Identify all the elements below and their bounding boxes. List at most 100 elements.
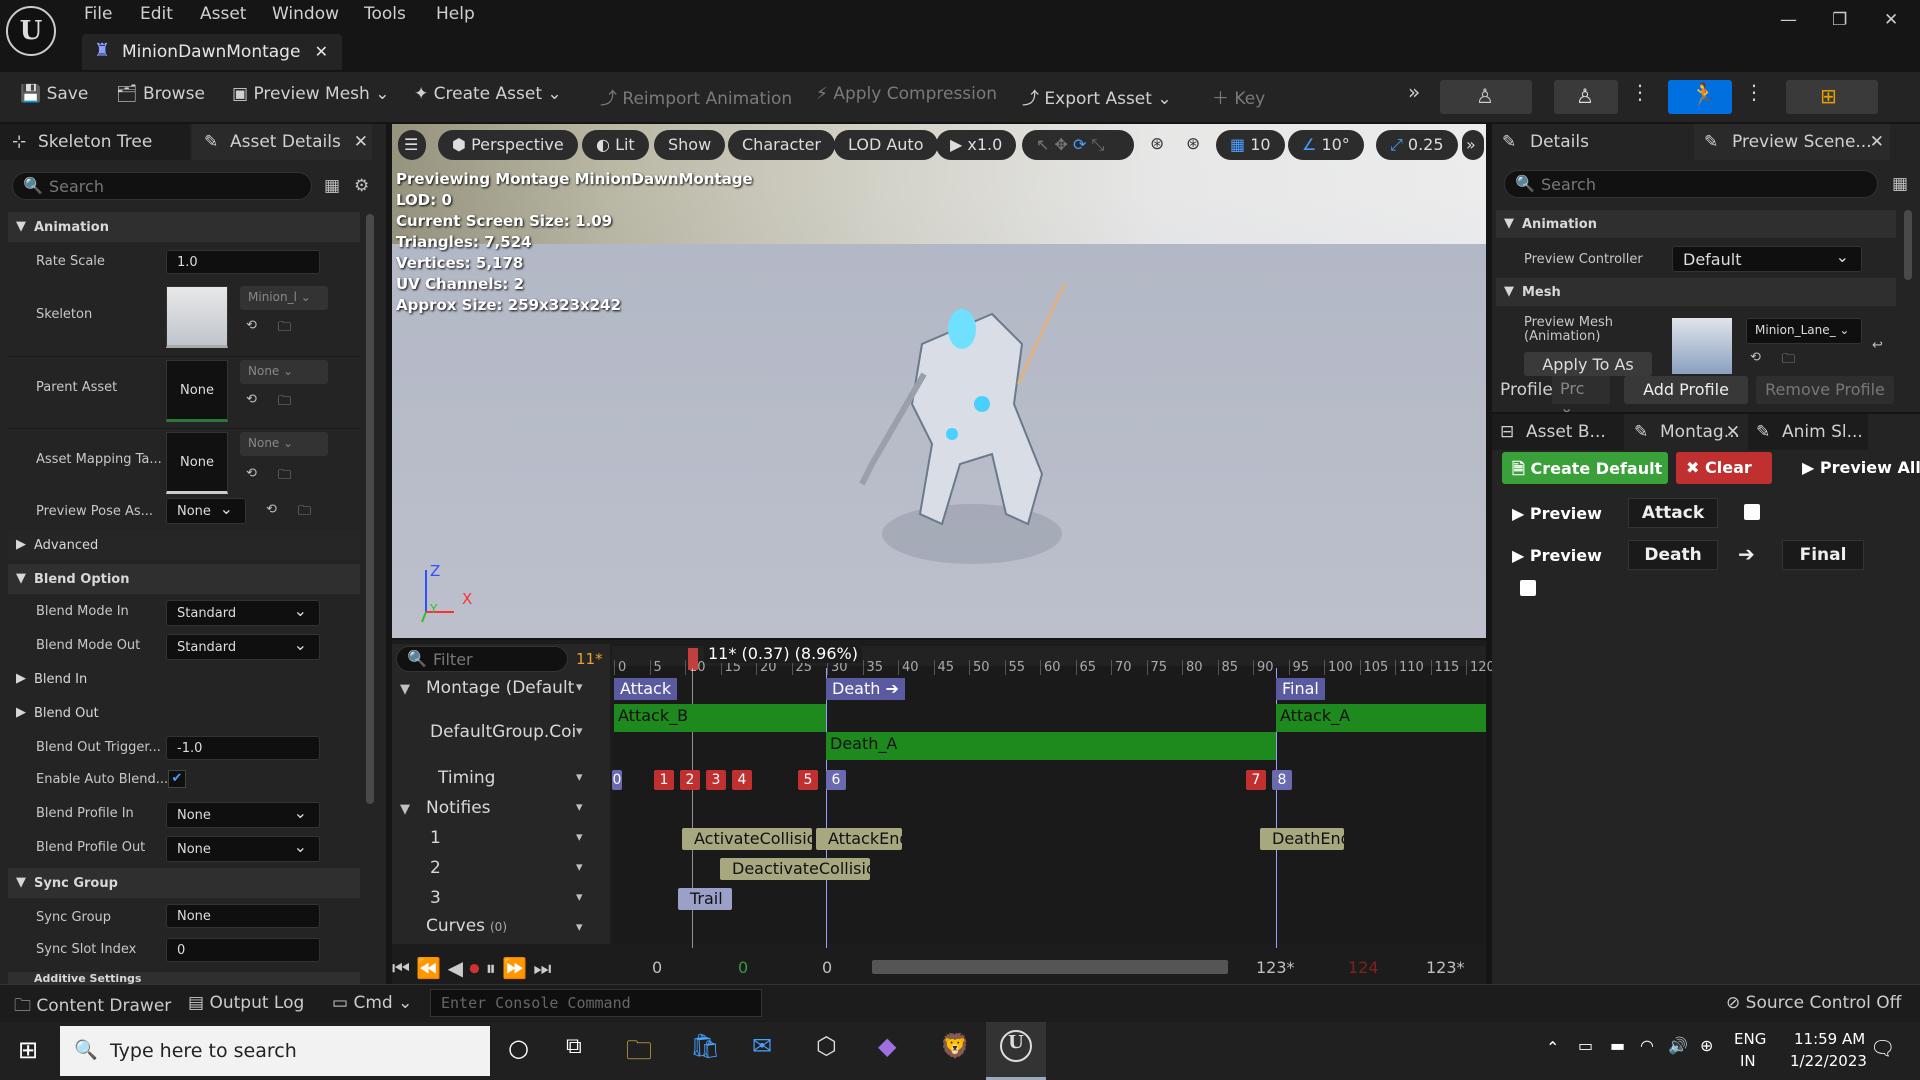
dropdown-icon[interactable]: ▾ [576,860,583,875]
menu-tools[interactable]: Tools [364,4,406,24]
death-loop-checkbox[interactable] [1520,580,1536,596]
parent-asset-combo[interactable]: None ⌄ [240,360,328,384]
section-additive-settings[interactable]: Additive Settings [8,972,360,984]
blend-out-trigger-input[interactable]: -1.0 [166,736,320,760]
notify-deactivate-collision[interactable]: DeactivateCollisio [720,858,870,880]
reset-arrow-icon[interactable]: ↩ [1872,338,1883,353]
reimport-animation-button[interactable]: ⤴ Reimport Animation [600,84,792,109]
section-death[interactable]: Death ➔ [826,678,905,700]
play-speed-button[interactable]: ▶ x1.0 [936,130,1017,160]
playhead-handle[interactable] [688,648,698,670]
source-control-button[interactable]: ⊘ Source Control Off [1726,993,1901,1013]
dropdown-icon[interactable]: ▾ [576,920,583,935]
lit-button[interactable]: ◐ Lit [582,130,649,160]
angle-snap-button[interactable]: ∠ 10° [1288,130,1364,160]
menu-window[interactable]: Window [272,4,339,24]
section-attack[interactable]: Attack [614,678,678,700]
preview-viewport[interactable]: Z X Y ☰ ⬢ Perspective ◐ Lit Show Charact… [392,124,1486,638]
perspective-button[interactable]: ⬢ Perspective [438,130,578,160]
use-selected-icon[interactable]: ⟲ [266,502,277,517]
timeline-area[interactable] [614,644,1484,944]
dropdown-icon[interactable]: ▾ [576,680,583,695]
content-drawer-button[interactable]: 🗀 Content Drawer [14,993,171,1022]
viewport-more-button[interactable]: » [1462,130,1484,160]
collapse-icon[interactable]: ▼ [400,682,410,697]
timing-marker[interactable]: 7 [1246,770,1266,790]
section-blend-option[interactable]: ▼ Blend Option [8,564,360,594]
unreal-taskbar-button[interactable]: U [986,1022,1046,1080]
step-forward-icon[interactable]: ⏩ [502,956,527,980]
browse-folder-icon[interactable]: 🗀 [278,318,291,340]
segment-death-a[interactable]: Death_A [826,732,1276,760]
save-button[interactable]: 💾 Save [20,84,88,104]
details-search-input[interactable]: 🔍 Search [12,172,312,200]
rate-scale-input[interactable]: 1.0 [166,250,320,274]
windows-start-icon[interactable]: ⊞ [18,1036,38,1064]
browse-folder-icon[interactable]: 🗀 [278,466,291,488]
tray-chevron-icon[interactable]: ⌃ [1546,1038,1559,1057]
asset-mapping-combo[interactable]: None ⌄ [240,432,328,456]
tab-anim-slot-manager[interactable]: ✎ Anim Sl... [1748,414,1868,450]
timing-marker[interactable]: 2 [680,770,700,790]
show-button[interactable]: Show [654,130,726,160]
clock-time[interactable]: 11:59 AM [1794,1030,1865,1048]
blend-mode-out-combo[interactable]: Standard [166,634,320,660]
document-tab[interactable]: ♜ MinionDawnMontage ✕ [82,34,342,70]
attack-loop-checkbox[interactable] [1744,504,1760,520]
notifications-icon[interactable]: 🗨 [1870,1036,1895,1060]
key-button[interactable]: ＋ Key [1212,84,1265,109]
minimize-button[interactable]: — [1780,10,1797,30]
timeline-filter-input[interactable]: 🔍 Filter [396,646,568,672]
notify-trail[interactable]: Trail [678,888,732,910]
store-icon[interactable]: 🛍 [690,1032,720,1060]
profile-combo[interactable]: Prc ⌄ [1552,376,1610,417]
tab-asset-browser[interactable]: ⊟ Asset B... [1492,414,1624,450]
dropdown-icon[interactable]: ▾ [576,800,583,815]
add-profile-button[interactable]: Add Profile [1624,376,1748,404]
slot-death[interactable]: Death [1628,540,1718,570]
preview-mesh-thumbnail[interactable] [1672,318,1732,374]
tab-details[interactable]: ✎ Details [1492,124,1692,160]
lod-button[interactable]: LOD Auto [834,130,938,160]
slot-final[interactable]: Final [1782,540,1864,570]
browse-folder-icon[interactable]: 🗀 [1782,350,1795,372]
tab-montage-sections[interactable]: ✎ Montag... ✕ [1626,414,1746,450]
visual-studio-icon[interactable]: ◆ [878,1032,896,1060]
mesh-mode-button[interactable]: ♙ [1554,80,1618,114]
more-icon[interactable]: » [1408,80,1420,104]
tab-preview-scene[interactable]: ✎ Preview Scene... ✕ [1694,124,1890,160]
volume-icon[interactable]: 🔊 [1668,1036,1688,1055]
play-reverse-icon[interactable]: ◀ [448,956,463,980]
tab-asset-details[interactable]: ✎ Asset Details ✕ [192,124,372,160]
menu-file[interactable]: File [84,4,112,24]
world-local-icon[interactable]: ⊛ [1150,134,1164,154]
notify-activate-collision[interactable]: ActivateCollisio [682,828,812,850]
section-sync-group[interactable]: ▼ Sync Group [8,868,360,898]
preview-attack-button[interactable]: ▶ Preview [1502,498,1612,530]
timing-marker[interactable]: 8 [1272,770,1292,790]
timing-marker[interactable]: 1 [654,770,674,790]
apply-compression-button[interactable]: ⚡ Apply Compression [816,84,997,104]
browse-folder-icon[interactable]: 🗀 [278,392,291,414]
enable-auto-blend-checkbox[interactable]: ✔ [168,770,186,788]
section-animation[interactable]: ▼ Animation [8,212,360,242]
menu-edit[interactable]: Edit [140,4,173,24]
timing-marker[interactable]: 0 [612,770,622,790]
go-to-end-icon[interactable]: ⏭ [533,956,551,980]
options-icon[interactable]: ⋮ [1630,80,1650,104]
timing-marker[interactable]: 4 [732,770,752,790]
notify-attack-end[interactable]: AttackEnd [816,828,902,850]
sync-slot-index-input[interactable]: 0 [166,938,320,962]
section-mesh[interactable]: ▼ Mesh [1496,278,1896,306]
preview-mesh-combo[interactable]: Minion_Lane_ ⌄ [1746,318,1862,344]
close-tab-icon[interactable]: ✕ [315,42,328,61]
preview-controller-combo[interactable]: Default [1672,246,1862,272]
language-indicator[interactable]: ENG [1734,1030,1766,1048]
viewport-menu-button[interactable]: ☰ [398,130,426,160]
settings-gear-icon[interactable]: ⚙ [354,176,369,196]
clock-date[interactable]: 1/22/2023 [1790,1052,1867,1070]
region-indicator[interactable]: IN [1740,1052,1756,1070]
step-back-icon[interactable]: ⏪ [416,956,441,980]
preview-all-button[interactable]: ▶ Preview All [1792,452,1920,484]
cortana-icon[interactable]: ○ [508,1034,529,1062]
